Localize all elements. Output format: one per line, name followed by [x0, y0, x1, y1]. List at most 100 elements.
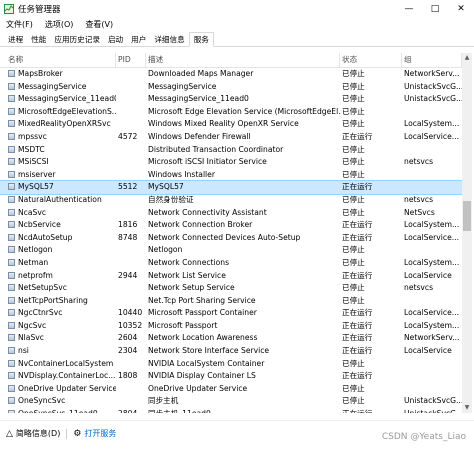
- service-status-cell: 已停止: [340, 156, 402, 169]
- maximize-button[interactable]: □: [422, 0, 448, 17]
- open-services-link[interactable]: 打开服务: [84, 428, 116, 439]
- table-row[interactable]: NcbService 1816 Network Connection Broker 正…: [0, 219, 462, 232]
- table-row[interactable]: Netlogon Netlogon 已停止: [0, 244, 462, 257]
- column-header-group[interactable]: 组: [402, 53, 462, 67]
- service-pid-cell: [116, 282, 146, 295]
- service-name-cell-text: MixedRealityOpenXRSvc: [18, 119, 111, 129]
- tab-details[interactable]: 详细信息: [150, 33, 188, 46]
- service-name-cell: NcaSvc: [0, 207, 116, 220]
- tab-users[interactable]: 用户: [127, 33, 150, 46]
- table-row[interactable]: MicrosoftEdgeElevationS... Microsoft Edge…: [0, 106, 462, 119]
- service-name-cell-text: NvContainerLocalSystem: [18, 358, 114, 368]
- service-status-cell-text: 正在运行: [342, 320, 373, 330]
- service-name-cell-text: MSDTC: [18, 144, 45, 154]
- vertical-scrollbar[interactable]: ▲ ▼: [462, 53, 472, 413]
- table-row[interactable]: MySQL57 5512 MySQL57 正在运行: [0, 180, 462, 195]
- fewer-details-link[interactable]: 简略信息(D): [16, 428, 60, 439]
- service-name-cell: netprofm: [0, 270, 116, 283]
- scroll-down-icon[interactable]: ▼: [462, 403, 472, 413]
- table-row[interactable]: NgcSvc 10352 Microsoft Passport 正在运行 LocalSy…: [0, 320, 462, 333]
- service-group-cell: LocalSystem...: [402, 320, 462, 333]
- service-pid-cell-text: 8748: [118, 232, 138, 242]
- service-group-cell: UnistackSvcG...: [402, 93, 462, 106]
- table-row[interactable]: netprofm 2944 Network List Service 正在运行 Loca…: [0, 270, 462, 283]
- scrollbar-thumb[interactable]: [463, 201, 471, 231]
- service-name-cell: NlaSvc: [0, 332, 116, 345]
- service-pid-cell: [116, 244, 146, 257]
- table-row[interactable]: OneSyncSvc 同步主机 已停止 UnistackSvcG...: [0, 395, 462, 408]
- table-row[interactable]: nsi 2304 Network Store Interface Service 正在…: [0, 345, 462, 358]
- table-row[interactable]: NetTcpPortSharing Net.Tcp Port Sharing Se…: [0, 295, 462, 308]
- service-description-cell-text: 自然身份验证: [148, 194, 194, 204]
- service-name-cell: MessagingService: [0, 81, 116, 94]
- service-group-cell: LocalService...: [402, 131, 462, 144]
- service-status-cell-text: 已停止: [342, 169, 365, 179]
- service-description-cell-text: 同步主机: [148, 396, 179, 406]
- table-row[interactable]: mpssvc 4572 Windows Defender Firewall 正在运行 L…: [0, 131, 462, 144]
- table-row[interactable]: NcaSvc Network Connectivity Assistant 已停止 N…: [0, 207, 462, 220]
- table-row[interactable]: MSDTC Distributed Transaction Coordinator…: [0, 144, 462, 157]
- service-status-cell-text: 已停止: [342, 283, 365, 293]
- service-description-cell: Net.Tcp Port Sharing Service: [146, 295, 340, 308]
- table-row[interactable]: NvContainerLocalSystem NVIDIA LocalSystem…: [0, 358, 462, 371]
- table-row[interactable]: NetSetupSvc Network Setup Service 已停止 netsv…: [0, 282, 462, 295]
- table-row[interactable]: NaturalAuthentication 自然身份验证 已停止 netsvcs: [0, 194, 462, 207]
- minimize-button[interactable]: —: [396, 0, 422, 17]
- service-pid-cell: 2944: [116, 270, 146, 283]
- service-pid-cell: 1808: [116, 370, 146, 383]
- table-row[interactable]: OneDrive Updater Service OneDrive Updater…: [0, 383, 462, 396]
- tab-services[interactable]: 服务: [188, 32, 214, 47]
- service-icon: [8, 145, 15, 153]
- table-row[interactable]: Netman Network Connections 已停止 LocalSystem.…: [0, 257, 462, 270]
- tab-processes[interactable]: 进程: [4, 33, 27, 46]
- service-icon: [8, 284, 15, 292]
- service-name-cell-text: NetTcpPortSharing: [18, 295, 88, 305]
- service-pid-cell: [116, 194, 146, 207]
- tab-app-history[interactable]: 应用历史记录: [50, 33, 104, 46]
- service-group-cell: LocalService...: [402, 232, 462, 245]
- table-row[interactable]: msiserver Windows Installer 已停止: [0, 169, 462, 182]
- table-row[interactable]: NVDisplay.ContainerLoc... 1808 NVIDIA Disp…: [0, 370, 462, 383]
- table-row[interactable]: MSiSCSI Microsoft iSCSI Initiator Service…: [0, 156, 462, 169]
- service-group-cell-text: LocalService...: [404, 308, 459, 318]
- service-group-cell: UnistackSvcG...: [402, 408, 462, 413]
- service-description-cell: MySQL57: [146, 181, 340, 194]
- service-description-cell: Microsoft Passport: [146, 320, 340, 333]
- table-row[interactable]: MessagingService_11ead0 MessagingService_…: [0, 93, 462, 106]
- service-pid-cell: [116, 68, 146, 81]
- table-row[interactable]: OneSyncSvc_11ead0 2804 同步主机_11ead0 正在运行 Unis…: [0, 408, 462, 413]
- table-row[interactable]: NgcCtnrSvc 10440 Microsoft Passport Contai…: [0, 307, 462, 320]
- service-group-cell-text: UnistackSvcG...: [404, 94, 462, 104]
- service-pid-cell: 8748: [116, 232, 146, 245]
- table-row[interactable]: MixedRealityOpenXRSvc Windows Mixed Reali…: [0, 118, 462, 131]
- table-row[interactable]: MessagingService MessagingService 已停止 Unist…: [0, 81, 462, 94]
- service-icon: [8, 372, 15, 380]
- table-row[interactable]: NlaSvc 2604 Network Location Awareness 正在运行…: [0, 332, 462, 345]
- column-header-name[interactable]: 名称: [0, 53, 116, 67]
- service-status-cell-text: 已停止: [342, 144, 365, 154]
- table-row[interactable]: MapsBroker Downloaded Maps Manager 已停止 Netw…: [0, 68, 462, 81]
- service-name-cell: NvContainerLocalSystem: [0, 358, 116, 371]
- service-group-cell: NetworkServ...: [402, 332, 462, 345]
- tab-strip: 进程 性能 应用历史记录 启动 用户 详细信息 服务: [0, 32, 474, 47]
- service-status-cell-text: 已停止: [342, 81, 365, 91]
- close-button[interactable]: ✕: [448, 0, 474, 17]
- menu-file[interactable]: 文件(F): [6, 19, 33, 30]
- tab-startup[interactable]: 启动: [104, 33, 127, 46]
- menu-options[interactable]: 选项(O): [45, 19, 74, 30]
- service-icon: [8, 410, 15, 413]
- service-group-cell-text: NetworkServ...: [404, 69, 460, 78]
- tab-performance[interactable]: 性能: [27, 33, 50, 46]
- menu-view[interactable]: 查看(V): [85, 19, 113, 30]
- scroll-up-icon[interactable]: ▲: [462, 53, 472, 63]
- service-pid-cell: 10352: [116, 320, 146, 333]
- service-icon: [8, 221, 15, 229]
- service-description-cell-text: 同步主机_11ead0: [148, 409, 211, 413]
- table-row[interactable]: NcdAutoSetup 8748 Network Connected Device…: [0, 232, 462, 245]
- column-header-pid[interactable]: PID: [116, 53, 146, 67]
- service-description-cell: 自然身份验证: [146, 194, 340, 207]
- column-header-status[interactable]: 状态: [340, 53, 402, 67]
- service-group-cell: UnistackSvcG...: [402, 395, 462, 408]
- collapse-arrow-icon[interactable]: △: [6, 429, 13, 439]
- column-header-description[interactable]: 描述: [146, 53, 340, 67]
